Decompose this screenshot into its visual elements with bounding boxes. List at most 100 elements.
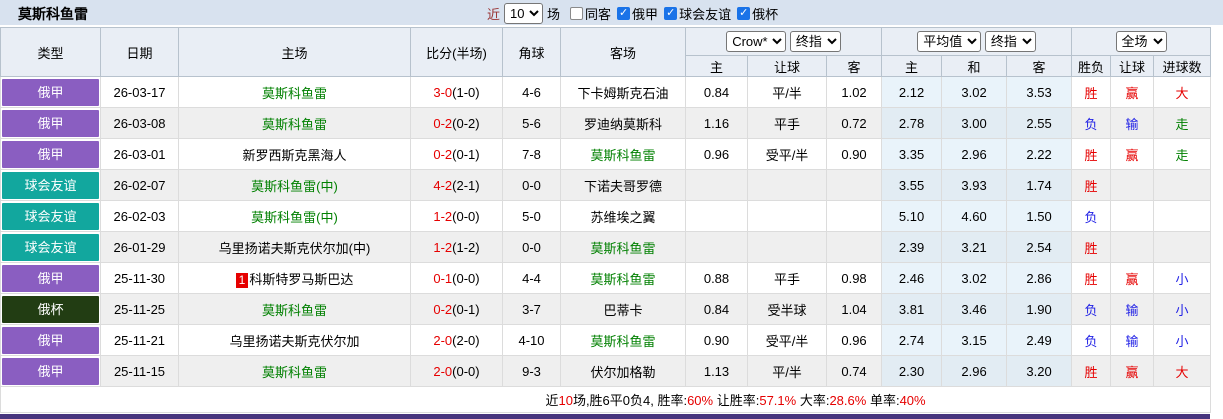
- score-cell: 2-0(2-0): [410, 324, 503, 356]
- league-type-cell: 球会友谊: [0, 231, 101, 263]
- summary-segment: 10: [558, 393, 573, 408]
- crow-home-odds-cell: 0.90: [685, 324, 748, 356]
- avg-away-odds-cell: 3.53: [1006, 76, 1073, 108]
- crow-home-odds-cell: [685, 169, 748, 201]
- fulltime-score: 1-2: [433, 239, 453, 255]
- subcol-winlose: 胜负: [1071, 55, 1112, 77]
- crow-away-odds-cell: [825, 231, 883, 263]
- recent-count-select[interactable]: 10: [504, 2, 544, 24]
- checkbox-icon[interactable]: [570, 6, 584, 20]
- away-team-name: 罗迪纳莫斯科: [583, 116, 662, 132]
- home-team-name: 科斯特罗马斯巴达: [249, 271, 354, 287]
- halftime-score: (0-0): [452, 270, 480, 286]
- filter-checkbox-球会友谊[interactable]: 球会友谊: [664, 4, 731, 23]
- summary-row: 近10场,胜6平0负4, 胜率:60% 让胜率:57.1% 大率:28.6% 单…: [0, 386, 1212, 413]
- fulltime-score: 0-2: [433, 146, 453, 162]
- result-goals-cell: 小: [1153, 324, 1212, 356]
- halftime-score: (0-2): [452, 115, 480, 131]
- fulltime-score: 2-0: [433, 332, 453, 348]
- bookmaker-final-select[interactable]: 终指: [789, 31, 841, 52]
- corner-cell: 0-0: [502, 231, 561, 263]
- average-select-group: 平均值 终指: [881, 27, 1073, 56]
- filter-checkboxes: 同客 俄甲 球会友谊 俄杯: [564, 4, 778, 23]
- result-winlose-cell: 胜: [1071, 231, 1112, 263]
- result-winlose-cell: 胜: [1071, 76, 1112, 108]
- avg-draw-odds-cell: 2.96: [941, 355, 1008, 387]
- league-type-label: 俄甲: [2, 78, 99, 106]
- average-select[interactable]: 平均值: [917, 31, 982, 52]
- result-winlose-cell: 胜: [1071, 262, 1112, 294]
- match-date-cell: 26-01-29: [100, 231, 179, 263]
- home-team-name: 莫斯科鱼雷: [261, 116, 327, 132]
- crow-home-odds-cell: 0.96: [685, 138, 748, 170]
- average-final-select[interactable]: 终指: [984, 31, 1036, 52]
- crow-handicap-cell: 平手: [747, 262, 827, 294]
- league-type-label: 球会友谊: [2, 202, 99, 230]
- home-team-name: 乌里扬诺夫斯克伏尔加: [229, 333, 360, 349]
- away-team-name: 伏尔加格勒: [590, 364, 656, 380]
- result-goals-cell: [1153, 231, 1212, 263]
- result-handicap-cell: [1110, 169, 1155, 201]
- checkbox-icon[interactable]: [664, 6, 678, 20]
- summary-segment: 单率:: [866, 393, 900, 408]
- filter-bar: 近 10 场 同客 俄甲 球会友谊 俄杯: [487, 1, 778, 25]
- avg-home-odds-cell: 3.55: [881, 169, 943, 201]
- league-type-label: 俄杯: [2, 295, 99, 323]
- corner-cell: 4-6: [502, 76, 561, 108]
- result-handicap-cell: 输: [1110, 324, 1155, 356]
- bookmaker-select[interactable]: Crow*: [726, 31, 787, 52]
- match-row: 球会友谊 26-02-03 莫斯科鱼雷(中) 1-2(0-0) 5-0 苏维埃之翼 5.10…: [0, 200, 1212, 232]
- avg-home-odds-cell: 2.30: [881, 355, 943, 387]
- avg-draw-odds-cell: 3.21: [941, 231, 1008, 263]
- home-team-cell: 新罗西斯克黑海人: [178, 138, 411, 170]
- match-table-body: 俄甲 26-03-17 莫斯科鱼雷 3-0(1-0) 4-6 下卡姆斯克石油 0.84 平/半…: [0, 76, 1212, 387]
- col-header-corner: 角球: [502, 27, 561, 77]
- bookmaker-select-group: Crow* 终指: [684, 27, 883, 56]
- col-header-type: 类型: [0, 27, 101, 77]
- col-header-date: 日期: [100, 27, 179, 77]
- away-team-name: 下卡姆斯克石油: [577, 85, 669, 101]
- crow-handicap-cell: 平/半: [747, 355, 827, 387]
- avg-home-odds-cell: 2.46: [881, 262, 943, 294]
- subcol-handicap-result: 让球: [1110, 55, 1155, 77]
- away-team-name: 巴蒂卡: [603, 302, 643, 318]
- fulltime-score: 1-2: [433, 208, 453, 224]
- corner-cell: 5-6: [502, 107, 561, 139]
- league-type-cell: 俄甲: [0, 76, 101, 108]
- halftime-score: (0-1): [452, 301, 480, 317]
- crow-home-odds-cell: 1.16: [685, 107, 748, 139]
- corner-cell: 5-0: [502, 200, 561, 232]
- avg-away-odds-cell: 2.86: [1006, 262, 1073, 294]
- fulltime-score: 2-0: [433, 363, 453, 379]
- checkbox-icon[interactable]: [617, 6, 631, 20]
- crow-handicap-cell: [747, 200, 827, 232]
- away-team-cell: 莫斯科鱼雷: [560, 324, 686, 356]
- filter-checkbox-俄甲[interactable]: 俄甲: [617, 4, 658, 23]
- corner-cell: 3-7: [502, 293, 561, 325]
- crow-home-odds-cell: 0.84: [685, 76, 748, 108]
- col-header-score: 比分(半场): [410, 27, 503, 77]
- crow-home-odds-cell: 1.13: [685, 355, 748, 387]
- app: 莫斯科鱼雷 近 10 场 同客俄甲球会友谊俄杯 类型 日期 主场 比分(半场) …: [0, 0, 1223, 419]
- header-row-selects: 类型 日期 主场 比分(半场) 角球 客场 Crow* 终指 平均值 终指 全场: [0, 27, 1212, 77]
- result-goals-cell: 大: [1153, 355, 1212, 387]
- match-row: 俄杯 25-11-25 莫斯科鱼雷 0-2(0-1) 3-7 巴蒂卡 0.84 受半球 1.04…: [0, 293, 1212, 325]
- home-team-name: 莫斯科鱼雷: [261, 364, 327, 380]
- result-winlose-cell: 胜: [1071, 169, 1112, 201]
- filter-checkbox-俄杯[interactable]: 俄杯: [737, 4, 778, 23]
- crow-away-odds-cell: 1.02: [825, 76, 883, 108]
- bottom-accent-bar: [0, 414, 1210, 419]
- scope-select[interactable]: 全场: [1115, 31, 1167, 52]
- avg-draw-odds-cell: 3.93: [941, 169, 1008, 201]
- result-goals-cell: 小: [1153, 293, 1212, 325]
- checkbox-icon[interactable]: [737, 6, 751, 20]
- crow-away-odds-cell: [825, 169, 883, 201]
- corner-cell: 4-4: [502, 262, 561, 294]
- result-handicap-cell: 赢: [1110, 76, 1155, 108]
- filter-checkbox-同客[interactable]: 同客: [570, 4, 611, 23]
- halftime-score: (2-0): [452, 332, 480, 348]
- league-type-label: 俄甲: [2, 326, 99, 354]
- fulltime-score: 0-2: [433, 115, 453, 131]
- crow-away-odds-cell: 0.96: [825, 324, 883, 356]
- halftime-score: (1-2): [452, 239, 480, 255]
